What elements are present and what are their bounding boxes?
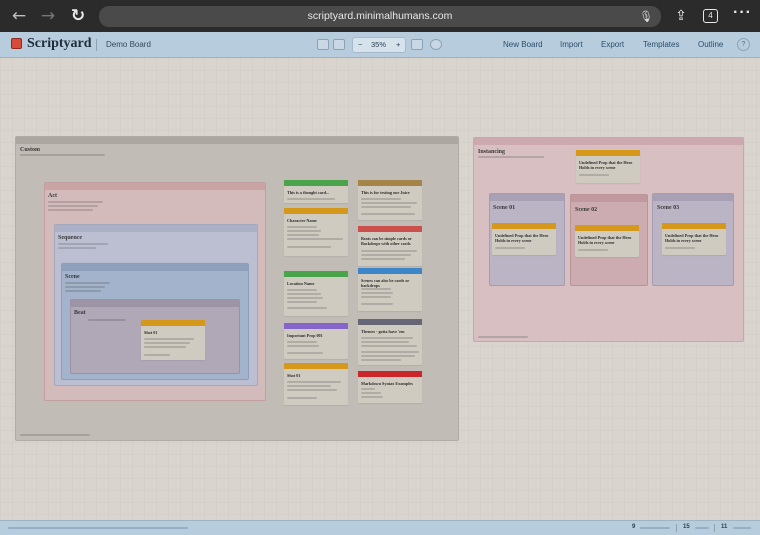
tab-count: 4	[708, 11, 713, 20]
ellipsis-icon[interactable]: ···	[733, 4, 752, 22]
outline-button[interactable]: Outline	[698, 40, 723, 49]
status-count-2: 15	[683, 524, 690, 530]
status-bar: 9 15 11	[0, 520, 760, 535]
dim-overlay	[0, 58, 760, 520]
forward-icon[interactable]: →	[37, 5, 59, 27]
status-divider	[714, 524, 715, 532]
status-count-1: 9	[632, 524, 636, 530]
brand-name: Scriptyard	[27, 36, 92, 51]
theme-icon[interactable]	[430, 39, 442, 50]
tab-count-button[interactable]: 4	[703, 9, 718, 23]
layout-icon[interactable]	[317, 39, 329, 50]
url-text: scriptyard.minimalhumans.com	[307, 10, 453, 22]
zoom-in-button[interactable]: +	[396, 40, 400, 49]
status-divider	[676, 524, 677, 532]
help-button[interactable]: ?	[737, 38, 750, 51]
status-label-3	[733, 527, 751, 529]
microphone-icon[interactable]: 🎙	[639, 6, 653, 27]
reload-icon[interactable]: ↻	[67, 5, 89, 27]
url-bar[interactable]: scriptyard.minimalhumans.com 🎙	[99, 6, 661, 27]
board-name[interactable]: Demo Board	[106, 40, 151, 49]
import-button[interactable]: Import	[560, 40, 583, 49]
status-label-1	[640, 527, 670, 529]
browser-toolbar: ← → ↻ scriptyard.minimalhumans.com 🎙 ⇪ 4…	[0, 0, 760, 32]
app-header: Scriptyard Demo Board − 35% + New Board …	[0, 32, 760, 58]
zoom-level: 35%	[371, 40, 387, 49]
zoom-out-button[interactable]: −	[358, 40, 362, 49]
new-board-button[interactable]: New Board	[503, 40, 543, 49]
fit-icon[interactable]	[411, 39, 423, 50]
status-label-2	[695, 527, 709, 529]
zoom-control: − 35% +	[352, 37, 406, 53]
status-count-3: 11	[721, 524, 728, 530]
export-button[interactable]: Export	[601, 40, 624, 49]
templates-button[interactable]: Templates	[643, 40, 679, 49]
share-icon[interactable]: ⇪	[672, 6, 690, 26]
scriptyard-logo-icon	[11, 38, 22, 49]
header-divider	[96, 39, 97, 51]
status-hint-text	[8, 527, 188, 529]
grid-icon[interactable]	[333, 39, 345, 50]
back-icon[interactable]: ←	[8, 5, 30, 27]
